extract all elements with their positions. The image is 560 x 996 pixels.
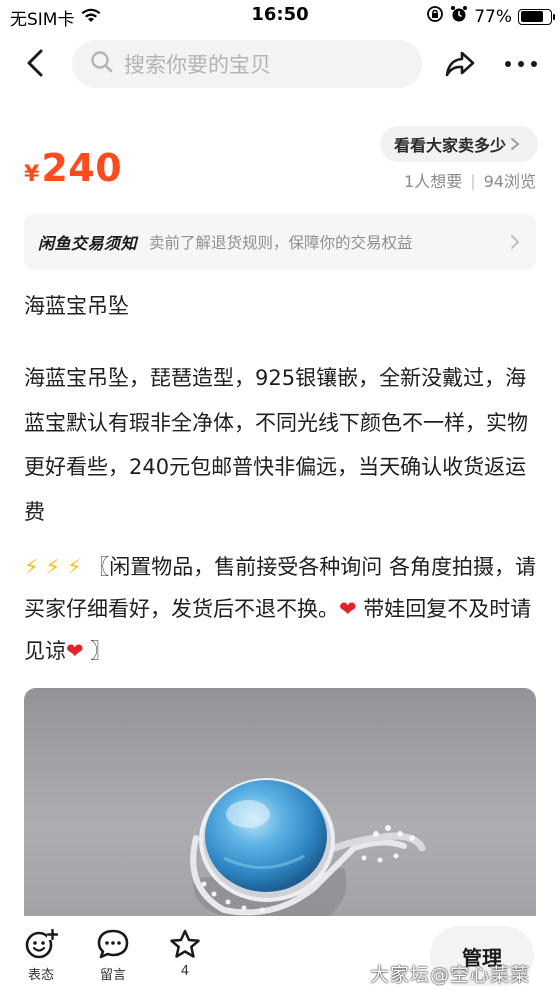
item-description: 海蓝宝吊坠，琵琶造型，925银镶嵌，全新没戴过，海蓝宝默认有瑕非全净体，不同光线… (24, 366, 528, 524)
price: ¥ 240 (24, 146, 122, 190)
product-photo[interactable] (24, 688, 536, 920)
favorite-count: 4 (180, 964, 190, 979)
item-title: 海蓝宝吊坠 (24, 294, 129, 318)
pendant-image (24, 688, 536, 920)
share-button[interactable] (440, 46, 480, 82)
nav-bar: 搜索你要的宝贝 (0, 34, 560, 94)
see-prices-button[interactable]: 看看大家卖多少 (379, 126, 538, 162)
react-label: 表态 (27, 968, 54, 983)
item-stats: 1人想要 | 94浏览 (404, 168, 536, 192)
search-input[interactable]: 搜索你要的宝贝 (72, 40, 422, 88)
notice-title: 闲鱼交易须知 (38, 234, 138, 253)
star-icon (170, 929, 200, 958)
back-icon (27, 49, 43, 77)
views-count: 94浏览 (483, 172, 536, 191)
back-button[interactable] (18, 46, 52, 80)
currency-symbol: ¥ (24, 162, 40, 187)
see-prices-label: 看看大家卖多少 (393, 136, 506, 155)
comment-icon (97, 929, 129, 959)
comment-button[interactable]: 留言 (88, 928, 138, 983)
lock-rotation-icon (426, 5, 444, 28)
heart-emoji: ❤ (339, 597, 357, 621)
alarm-icon (450, 5, 468, 28)
comment-label: 留言 (99, 968, 126, 983)
wants-count: 1人想要 (404, 172, 463, 191)
bolt-emojis: ⚡ ⚡ ⚡ (24, 555, 82, 579)
more-icon (505, 61, 537, 67)
stats-divider: | (470, 170, 476, 190)
chevron-right-icon (511, 138, 520, 150)
battery-level (520, 11, 543, 22)
battery-icon (518, 8, 555, 25)
item-notes: ⚡ ⚡ ⚡ 〖闲置物品，售前接受各种询问 各角度拍摄，请买家仔细看好，发货后不退… (24, 546, 536, 672)
trade-notice[interactable]: 闲鱼交易须知 卖前了解退货规则，保障你的交易权益 (24, 214, 536, 270)
search-icon (90, 50, 114, 78)
notes-end: 〗 (83, 639, 112, 663)
battery-percent: 77% (474, 6, 512, 27)
share-icon (445, 51, 475, 77)
status-bar: 无SIM卡 16:50 77% (0, 0, 560, 32)
react-button[interactable]: 表态 (16, 928, 66, 983)
more-button[interactable] (498, 46, 544, 82)
favorite-button[interactable]: 4 (160, 928, 210, 979)
heart-emoji-2: ❤ (66, 639, 84, 663)
watermark: 大家坛@空心菜菜 (370, 964, 531, 986)
price-amount: 240 (41, 146, 123, 190)
smile-plus-icon (25, 928, 58, 959)
chevron-right-icon (510, 232, 522, 252)
search-placeholder: 搜索你要的宝贝 (124, 53, 271, 77)
status-right: 77% (426, 5, 555, 28)
notice-text: 卖前了解退货规则，保障你的交易权益 (149, 234, 413, 252)
